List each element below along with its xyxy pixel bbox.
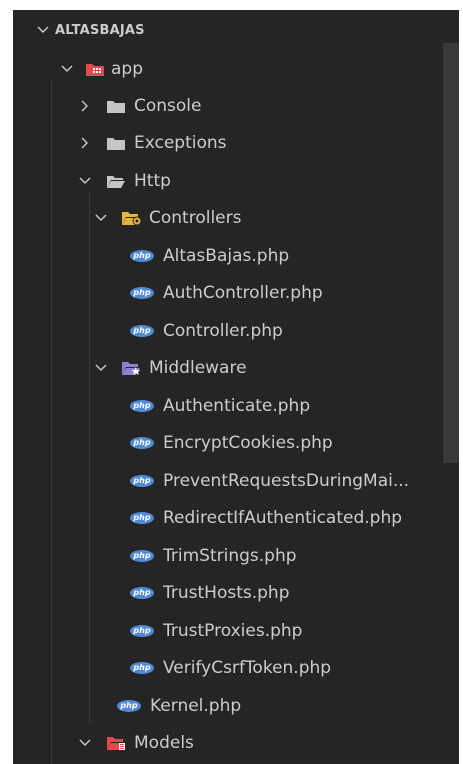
php-file-icon: php	[130, 474, 154, 487]
models-folder-icon	[106, 734, 128, 752]
chevron-right-icon	[77, 98, 93, 114]
tree-item-label: TrustHosts.php	[163, 582, 290, 603]
chevron-down-icon	[93, 210, 109, 226]
php-file-icon: php	[130, 436, 154, 449]
tree-item-php-file[interactable]: php TrustHosts.php	[13, 574, 459, 611]
tree-item-http[interactable]: Http	[13, 162, 459, 199]
app-folder-icon	[85, 61, 105, 77]
tree-item-label: Exceptions	[134, 132, 227, 153]
tree-item-php-file[interactable]: php Controller.php	[13, 312, 459, 349]
tree-item-label: Authenticate.php	[163, 395, 311, 416]
php-file-icon: php	[130, 286, 154, 299]
php-file-icon: php	[130, 249, 154, 262]
tree-item-label: app	[111, 58, 143, 79]
tree-item-exceptions[interactable]: Exceptions	[13, 124, 459, 161]
chevron-down-icon	[93, 360, 109, 376]
tree-item-label: VerifyCsrfToken.php	[163, 657, 332, 678]
tree-item-app[interactable]: app	[13, 50, 459, 87]
tree-item-php-file[interactable]: php EncryptCookies.php	[13, 424, 459, 461]
chevron-down-icon	[77, 173, 93, 189]
tree-item-models[interactable]: Models	[13, 724, 459, 761]
tree-item-label: PreventRequestsDuringMai...	[163, 470, 410, 491]
tree-item-console[interactable]: Console	[13, 87, 459, 124]
vertical-scrollbar[interactable]	[443, 43, 459, 463]
tree-item-label: TrimStrings.php	[163, 545, 297, 566]
tree-item-php-file[interactable]: php AltasBajas.php	[13, 237, 459, 274]
tree-item-label: Middleware	[149, 357, 247, 378]
chevron-right-icon	[77, 135, 93, 151]
tree-item-php-file[interactable]: php PreventRequestsDuringMai...	[13, 462, 459, 499]
tree-item-label: TrustProxies.php	[163, 620, 303, 641]
tree-item-php-file[interactable]: php Kernel.php	[13, 687, 459, 724]
explorer-root-header[interactable]: ALTASBAJAS	[13, 13, 459, 47]
tree-item-label: Console	[134, 95, 202, 116]
php-file-icon: php	[130, 586, 154, 599]
php-file-icon: php	[130, 624, 154, 637]
php-file-icon: php	[117, 699, 141, 712]
file-explorer: ALTASBAJAS app Console Exceptions Http C…	[13, 10, 459, 764]
tree-item-label: Controllers	[149, 207, 242, 228]
tree-item-label: Kernel.php	[150, 695, 242, 716]
tree-item-label: Models	[134, 732, 194, 753]
folder-open-icon	[106, 173, 126, 189]
tree-item-label: AltasBajas.php	[163, 245, 290, 266]
tree-item-middleware[interactable]: Middleware	[13, 349, 459, 386]
middleware-folder-icon	[121, 359, 143, 377]
chevron-down-icon	[35, 22, 51, 38]
php-file-icon: php	[130, 399, 154, 412]
tree-item-label: Http	[134, 170, 171, 191]
chevron-down-icon	[59, 61, 75, 77]
folder-icon	[106, 98, 126, 114]
tree-item-php-file[interactable]: php VerifyCsrfToken.php	[13, 649, 459, 686]
tree-item-php-file[interactable]: php Authenticate.php	[13, 387, 459, 424]
php-file-icon: php	[130, 511, 154, 524]
controllers-folder-icon	[121, 209, 143, 227]
tree-item-php-file[interactable]: php AuthController.php	[13, 274, 459, 311]
tree-item-controllers[interactable]: Controllers	[13, 199, 459, 236]
folder-icon	[106, 135, 126, 151]
tree-item-php-file[interactable]: php RedirectIfAuthenticated.php	[13, 499, 459, 536]
tree-item-label: RedirectIfAuthenticated.php	[163, 507, 403, 528]
tree-item-label: AuthController.php	[163, 282, 323, 303]
tree-item-label: Controller.php	[163, 320, 283, 341]
explorer-root-label: ALTASBAJAS	[55, 22, 145, 38]
php-file-icon: php	[130, 324, 154, 337]
tree-item-php-file[interactable]: php TrimStrings.php	[13, 537, 459, 574]
php-file-icon: php	[130, 549, 154, 562]
tree-item-php-file[interactable]: php TrustProxies.php	[13, 612, 459, 649]
chevron-down-icon	[77, 735, 93, 751]
tree-item-label: EncryptCookies.php	[163, 432, 333, 453]
php-file-icon: php	[130, 661, 154, 674]
